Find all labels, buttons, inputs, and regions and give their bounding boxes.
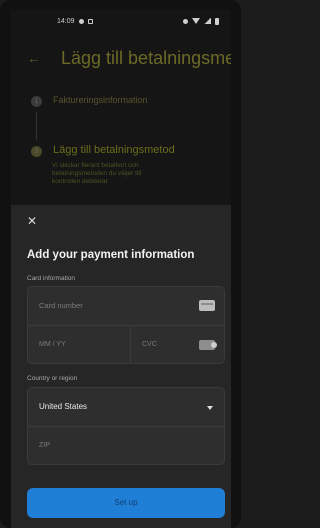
zip-placeholder: ZIP [39, 442, 50, 449]
step-number: 1 [31, 96, 42, 107]
step-label: Faktureringsinformation [53, 95, 148, 105]
payment-bottom-sheet: ✕ Add your payment information Card info… [11, 205, 231, 528]
sheet-title: Add your payment information [27, 249, 195, 261]
back-arrow-icon[interactable]: ← [27, 50, 41, 66]
step-number: 2 [31, 146, 42, 157]
signal-icon [204, 18, 211, 24]
cvc-input[interactable]: CVC [131, 326, 224, 363]
country-select[interactable]: United States [28, 388, 224, 427]
card-number-input[interactable]: Card number [28, 287, 224, 326]
battery-icon [215, 17, 219, 25]
app-notification-icon [87, 18, 93, 24]
status-bar: 14:09 [11, 10, 231, 32]
status-time: 14:09 [57, 17, 75, 25]
step-connector [36, 112, 37, 140]
close-icon[interactable]: ✕ [27, 215, 39, 227]
country-section-label: Country or region [27, 375, 78, 382]
step-description: Vi skickar fler­ant betalkort och betaln… [52, 162, 142, 185]
card-icon [199, 300, 215, 311]
device-frame: 14:09 ← Lägg till betalningsmetod 1 Fakt… [0, 0, 241, 528]
cvc-placeholder: CVC [142, 341, 157, 348]
country-fields: United States ZIP [27, 387, 225, 465]
card-number-placeholder: Card number [39, 301, 83, 310]
set-up-label: Set up [114, 498, 138, 507]
page-title: Lägg till betalningsmetod [61, 48, 231, 68]
step-label: Lägg till betalningsmetod [53, 144, 175, 156]
notification-icon [78, 18, 84, 24]
vibrate-icon [183, 18, 188, 24]
card-fields: Card number MM / YY CVC [27, 286, 225, 364]
app-bar: ← Lägg till betalningsmetod [11, 40, 231, 80]
expiry-placeholder: MM / YY [39, 341, 66, 348]
step-billing: 1 Faktureringsinformation [31, 95, 148, 107]
phone-screen: 14:09 ← Lägg till betalningsmetod 1 Fakt… [11, 10, 231, 528]
zip-input[interactable]: ZIP [28, 427, 224, 464]
card-section-label: Card information [27, 275, 76, 282]
cvc-icon [199, 340, 217, 350]
wifi-icon [192, 18, 200, 24]
chevron-down-icon [207, 406, 213, 410]
step-add-payment: 2 Lägg till betalningsmetod [31, 144, 175, 157]
set-up-button[interactable]: Set up [27, 488, 225, 518]
country-value: United States [39, 402, 88, 411]
expiry-input[interactable]: MM / YY [28, 326, 131, 363]
